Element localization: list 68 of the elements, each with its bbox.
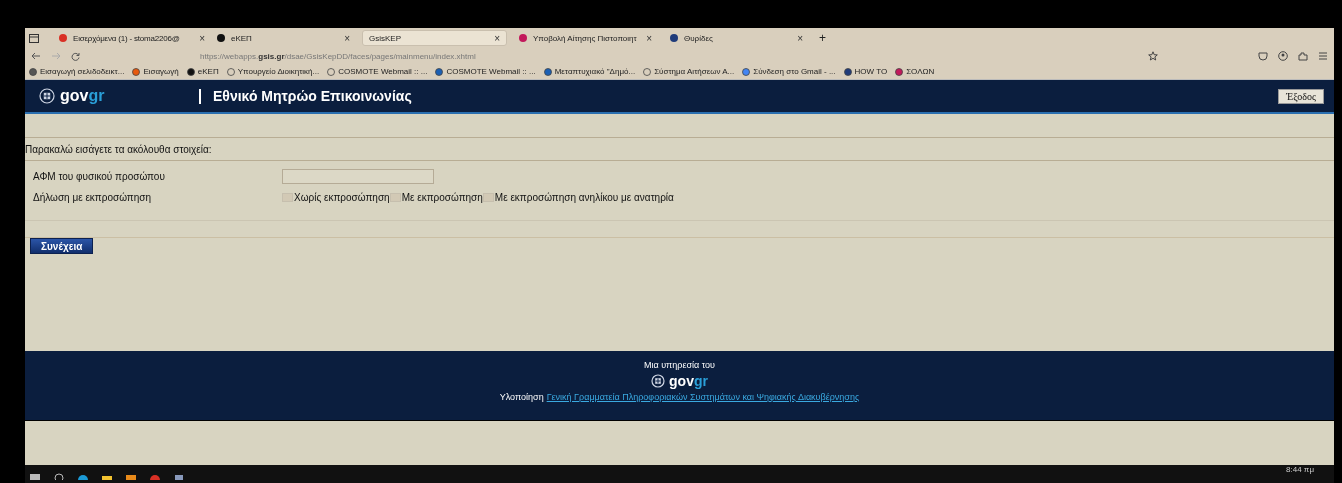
- bookmark[interactable]: Υπουργείο Διοικητική...: [226, 67, 320, 76]
- address-bar[interactable]: https://webapps.gsis.gr/dsae/GsisKepDD/faces/pages/mainmenu/index.xhtml: [200, 51, 476, 61]
- pocket-icon[interactable]: [1258, 51, 1268, 61]
- bookmark-favicon-icon: [843, 67, 852, 76]
- service-text: Μια υπηρεσία του: [643, 360, 716, 370]
- logout-button[interactable]: Έξοδος: [1278, 88, 1324, 104]
- favicon-icon: [217, 34, 225, 42]
- close-tab-icon[interactable]: ×: [797, 32, 803, 44]
- browser-tab[interactable]: Εισερχόμενα (1) - stoma2206@ ×: [53, 30, 211, 46]
- browser-tab[interactable]: GsisKEP ×: [362, 30, 507, 46]
- implementation-label: Υλοποίηση: [499, 392, 544, 402]
- close-tab-icon[interactable]: ×: [344, 32, 350, 44]
- bookmark-favicon-icon: [29, 67, 37, 76]
- checkbox-label: Χωρίς εκπροσώπηση: [294, 192, 390, 203]
- browser-tab[interactable]: eΚΕΠ ×: [211, 30, 356, 46]
- field-label: Δήλωση με εκπροσώπηση: [33, 192, 153, 203]
- ministry-link[interactable]: Γενική Γραμματεία Πληροφοριακών Συστημάτων και Ψηφιακής Διακυβέρνησης: [546, 392, 860, 402]
- emblem-icon: [39, 88, 55, 104]
- bookmark[interactable]: Εισαγωγή σελιδοδεικτ...: [29, 67, 125, 76]
- favicon-icon: [59, 34, 67, 42]
- bookmark-favicon-icon: [186, 67, 195, 76]
- taskbar-app-icon[interactable]: [150, 472, 160, 480]
- bookmark[interactable]: eΚΕΠ: [186, 67, 219, 76]
- field-label: ΑΦΜ του φυσικού προσώπου: [33, 171, 166, 182]
- favicon-icon: [519, 34, 527, 42]
- reload-icon[interactable]: [71, 51, 80, 61]
- account-icon[interactable]: [1278, 51, 1288, 61]
- forward-icon: [51, 52, 61, 60]
- bookmark[interactable]: COSMOTE Webmail :: ...: [435, 67, 536, 76]
- bookmark[interactable]: HOW TO: [843, 67, 888, 76]
- close-tab-icon[interactable]: ×: [646, 32, 652, 44]
- govgr-logo-text: govgr: [60, 87, 105, 105]
- bookmark[interactable]: Σύστημα Αιτήσεων Α...: [643, 67, 735, 76]
- star-icon[interactable]: [1148, 51, 1158, 61]
- browser-tab[interactable]: Υποβολή Αίτησης Πιστοποιητ ×: [513, 30, 658, 46]
- continue-button[interactable]: Συνέχεια: [30, 238, 94, 254]
- checkbox-label: Με εκπροσώπηση: [401, 192, 483, 203]
- close-tab-icon[interactable]: ×: [494, 32, 500, 44]
- emblem-icon: [651, 374, 666, 388]
- tab-list-icon[interactable]: [29, 33, 39, 43]
- bookmark[interactable]: Σύνδεση στο Gmail - ...: [742, 67, 836, 76]
- govgr-logo-text: govgr: [669, 373, 708, 389]
- afm-input-field[interactable]: [282, 169, 434, 184]
- bookmark-favicon-icon: [543, 67, 552, 76]
- taskbar-app-icon[interactable]: [126, 472, 136, 480]
- instruction-text: Παρακαλώ εισάγετε τα ακόλουθα στοιχεία:: [25, 143, 212, 155]
- bookmark[interactable]: ΣΟΛΩΝ: [895, 67, 935, 76]
- bookmark-favicon-icon: [435, 67, 444, 76]
- bookmark-favicon-icon: [226, 67, 235, 76]
- bookmark-favicon-icon: [742, 67, 751, 76]
- back-icon[interactable]: [31, 52, 41, 60]
- favicon-icon: [670, 34, 678, 42]
- clock-time: 8:44 πμ: [1286, 465, 1314, 474]
- bookmark[interactable]: Μεταπτυχιακό "Δημό...: [543, 67, 636, 76]
- close-tab-icon[interactable]: ×: [199, 32, 205, 44]
- bookmark-favicon-icon: [132, 67, 141, 76]
- new-tab-button[interactable]: +: [819, 31, 826, 45]
- bookmark-favicon-icon: [643, 67, 652, 76]
- checkbox-label: Με εκπροσώπηση ανηλίκου με ανατηρία: [494, 192, 674, 203]
- bookmark-favicon-icon: [895, 67, 904, 76]
- browser-tab[interactable]: Θυρίδες ×: [664, 30, 809, 46]
- bookmark[interactable]: COSMOTE Webmail :: ...: [327, 67, 428, 76]
- bookmark[interactable]: Εισαγωγή: [132, 67, 179, 76]
- page-title: Εθνικό Μητρώο Επικοινωνίας: [213, 88, 413, 104]
- taskbar-app-icon[interactable]: [174, 472, 184, 480]
- taskbar-app-icon[interactable]: [78, 472, 88, 480]
- start-icon[interactable]: [30, 472, 40, 480]
- bookmark-favicon-icon: [327, 67, 336, 76]
